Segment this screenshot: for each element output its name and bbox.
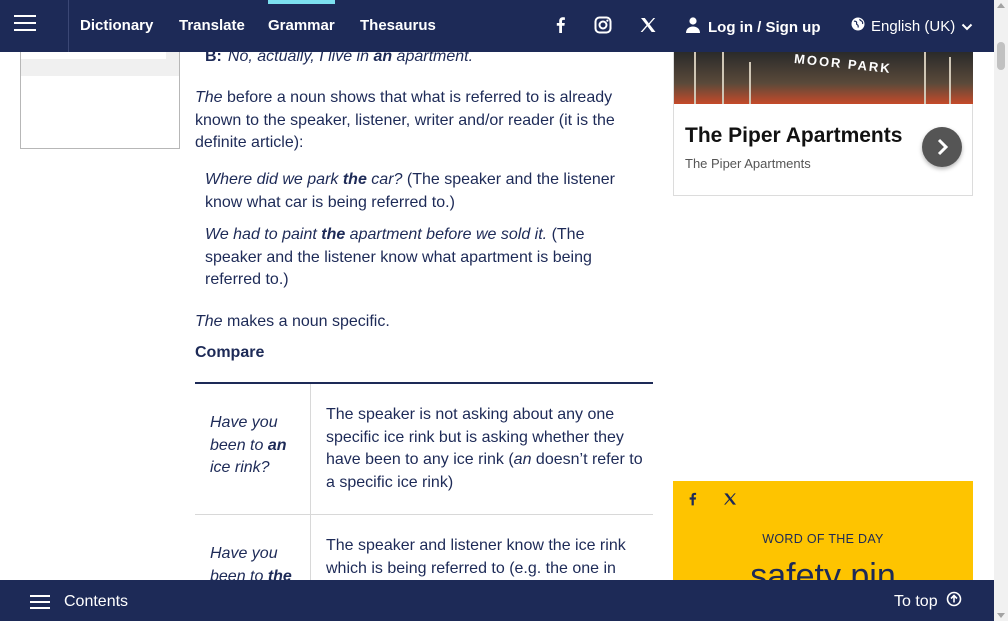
- ad-title[interactable]: The Piper Apartments: [685, 124, 902, 148]
- nav-dictionary[interactable]: Dictionary: [80, 17, 153, 34]
- nav-grammar[interactable]: Grammar: [268, 0, 335, 34]
- language-selector[interactable]: English (UK): [851, 17, 973, 35]
- sidebar-strip: [21, 52, 179, 76]
- instagram-icon[interactable]: [593, 15, 613, 35]
- word-of-the-day: WORD OF THE DAY safety pin: [673, 481, 973, 581]
- chevron-down-icon: [961, 18, 973, 35]
- contents-button[interactable]: Contents: [30, 591, 128, 613]
- scrollbar[interactable]: [994, 0, 1008, 621]
- table-top-border: [195, 382, 653, 384]
- table-row-divider: [195, 514, 653, 515]
- bottom-bar: Contents To top: [0, 580, 995, 621]
- table-row-2-explanation: The speaker and listener know the ice ri…: [326, 537, 626, 577]
- scroll-thumb[interactable]: [997, 42, 1005, 70]
- login-signup-link[interactable]: Log in / Sign up: [686, 17, 820, 37]
- to-top-button[interactable]: To top: [894, 591, 962, 612]
- facebook-icon[interactable]: [685, 491, 701, 507]
- dialogue-line-b: B: No, actually, I live in an apartment.: [205, 48, 474, 65]
- paragraph-specific: The makes a noun specific.: [195, 313, 390, 330]
- wotd-word[interactable]: safety pin: [673, 557, 973, 581]
- advertisement[interactable]: MOOR PARK The Piper Apartments The Piper…: [673, 52, 973, 196]
- table-row-1-explanation: The speaker is not asking about any one …: [326, 406, 643, 491]
- ad-subtitle: The Piper Apartments: [685, 156, 811, 171]
- globe-icon: [851, 17, 865, 35]
- table-column-divider: [310, 384, 311, 584]
- compare-heading: Compare: [195, 344, 265, 361]
- chevron-right-icon: [937, 138, 949, 156]
- login-label: Log in / Sign up: [708, 18, 821, 36]
- example-paint-apartment: We had to paint the apartment before we …: [205, 226, 592, 288]
- ad-image: MOOR PARK: [674, 52, 973, 104]
- to-top-label: To top: [894, 592, 938, 610]
- nav-divider: [68, 0, 69, 52]
- contents-label: Contents: [64, 593, 129, 610]
- menu-icon: [30, 591, 50, 613]
- ad-sign-text: MOOR PARK: [793, 52, 893, 77]
- nav-translate[interactable]: Translate: [179, 17, 245, 34]
- language-label: English (UK): [871, 17, 956, 35]
- scroll-down-arrow[interactable]: [997, 613, 1005, 618]
- facebook-icon[interactable]: [551, 15, 571, 35]
- ad-next-button[interactable]: [922, 127, 962, 167]
- table-row-1-example: Have you been to an ice rink?: [210, 414, 287, 476]
- x-twitter-icon[interactable]: [638, 15, 658, 35]
- arrow-up-circle-icon: [946, 591, 962, 612]
- nav-thesaurus[interactable]: Thesaurus: [360, 17, 436, 34]
- user-icon: [686, 17, 700, 37]
- x-twitter-icon[interactable]: [722, 491, 738, 507]
- paragraph-definite-article: The before a noun shows that what is ref…: [195, 89, 615, 151]
- menu-icon[interactable]: [14, 15, 36, 33]
- top-navigation: Dictionary Translate Grammar Thesaurus L…: [0, 0, 1008, 52]
- scroll-up-arrow[interactable]: [997, 3, 1005, 8]
- example-park-car: Where did we park the car? (The speaker …: [205, 171, 615, 211]
- left-sidebar-box: [20, 52, 180, 149]
- wotd-label: WORD OF THE DAY: [762, 532, 884, 546]
